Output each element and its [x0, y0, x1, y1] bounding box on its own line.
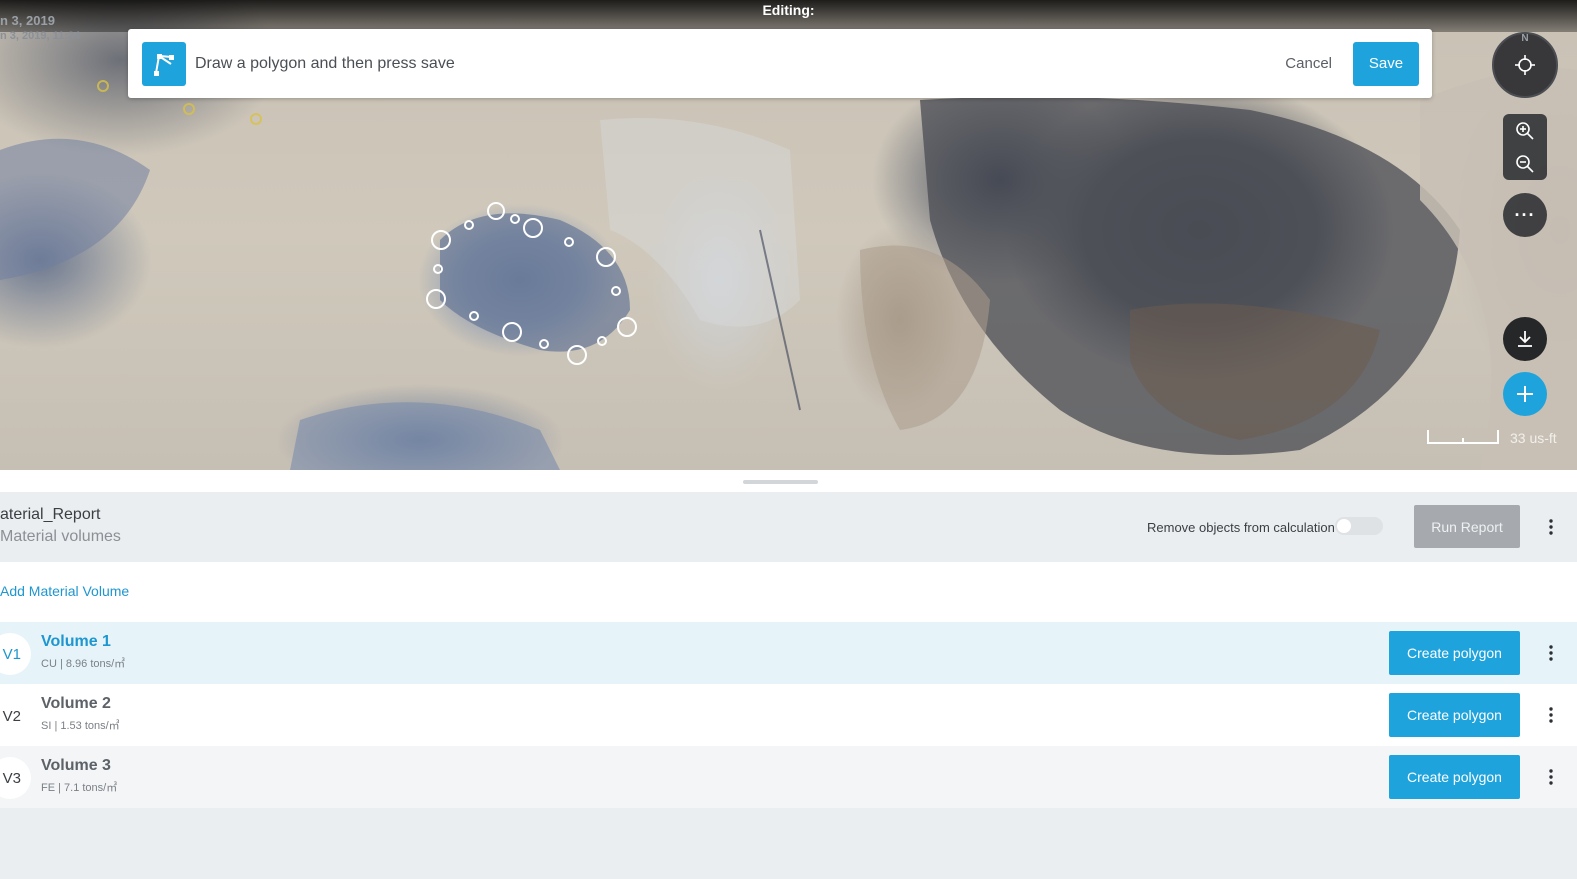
report-title: aterial_Report — [0, 506, 101, 523]
locate-icon — [1515, 55, 1535, 75]
polygon-vertex — [426, 289, 446, 309]
report-subtitle: Material volumes — [0, 528, 121, 545]
edit-instruction: Draw a polygon and then press save — [195, 54, 455, 72]
download-button[interactable] — [1503, 317, 1547, 361]
volume-badge: V3 — [0, 757, 31, 799]
editing-label: Editing: — [762, 2, 815, 18]
map-scale-label: 33 us-ft — [1510, 430, 1557, 446]
remove-objects-toggle[interactable] — [1335, 517, 1383, 535]
volume-row[interactable]: V1 Volume 1 CU | 8.96 tons/㎥ Create poly… — [0, 622, 1577, 684]
volume-row[interactable]: V2 Volume 2 SI | 1.53 tons/㎥ Create poly… — [0, 684, 1577, 746]
compass-north-label: N — [1521, 33, 1529, 44]
volume-meta: FE | 7.1 tons/㎥ — [41, 782, 118, 794]
volume-badge: V1 — [0, 633, 31, 675]
polygon-vertex — [431, 230, 451, 250]
polygon-vertex — [502, 322, 522, 342]
volume-name: Volume 1 — [41, 633, 111, 650]
create-polygon-button[interactable]: Create polygon — [1389, 755, 1520, 799]
volume-menu-icon[interactable] — [1541, 643, 1561, 663]
polygon-draw-icon — [142, 41, 186, 86]
create-polygon-button[interactable]: Create polygon — [1389, 631, 1520, 675]
zoom-out-button[interactable] — [1503, 147, 1547, 180]
cancel-button[interactable]: Cancel — [1285, 55, 1332, 72]
zoom-out-icon — [1516, 154, 1534, 173]
polygon-midpoint — [464, 220, 474, 230]
polygon-midpoint — [510, 214, 520, 224]
remove-objects-label: Remove objects from calculation — [1147, 520, 1335, 535]
polygon-vertex — [567, 345, 587, 365]
volume-meta: CU | 8.96 tons/㎥ — [41, 658, 126, 670]
volume-name: Volume 2 — [41, 695, 111, 712]
add-button[interactable] — [1503, 372, 1547, 416]
aerial-map[interactable]: n 3, 2019 n 3, 2019, 11:24 Editing: Draw… — [0, 0, 1577, 470]
more-icon: ··· — [1514, 204, 1536, 225]
save-button[interactable]: Save — [1353, 41, 1419, 86]
polygon-vertex — [523, 218, 543, 238]
volume-meta: SI | 1.53 tons/㎥ — [41, 720, 120, 732]
polygon-midpoint — [597, 336, 607, 346]
more-options-button[interactable]: ··· — [1503, 193, 1547, 237]
add-material-row: Add Material Volume — [0, 562, 1577, 622]
report-panel: aterial_Report Material volumes Remove o… — [0, 470, 1577, 879]
volume-badge: V2 — [0, 695, 31, 737]
run-report-button[interactable]: Run Report — [1414, 505, 1520, 548]
compass-locate-button[interactable]: N — [1492, 32, 1558, 98]
volume-menu-icon[interactable] — [1541, 767, 1561, 787]
polygon-midpoint — [611, 286, 621, 296]
polygon-midpoint — [564, 237, 574, 247]
polygon-edit-bar: Draw a polygon and then press save Cance… — [128, 29, 1432, 98]
volume-name: Volume 3 — [41, 757, 111, 774]
zoom-in-icon — [1516, 121, 1534, 140]
report-header: aterial_Report Material volumes Remove o… — [0, 492, 1577, 562]
download-icon — [1518, 331, 1532, 347]
polygon-midpoint — [469, 311, 479, 321]
map-scale-bar — [1427, 430, 1499, 444]
zoom-controls — [1503, 114, 1547, 180]
report-menu-icon[interactable] — [1541, 517, 1561, 537]
polygon-midpoint — [539, 339, 549, 349]
polygon-vertex — [617, 317, 637, 337]
panel-drag-area[interactable] — [0, 470, 1577, 492]
add-material-volume-link[interactable]: Add Material Volume — [0, 583, 129, 599]
zoom-in-button[interactable] — [1503, 114, 1547, 147]
volume-menu-icon[interactable] — [1541, 705, 1561, 725]
create-polygon-button[interactable]: Create polygon — [1389, 693, 1520, 737]
polygon-vertex — [596, 247, 616, 267]
polygon-midpoint — [433, 264, 443, 274]
polygon-vertex — [487, 202, 505, 220]
volume-row[interactable]: V3 Volume 3 FE | 7.1 tons/㎥ Create polyg… — [0, 746, 1577, 808]
plus-icon — [1517, 386, 1533, 402]
panel-drag-handle[interactable] — [743, 480, 818, 484]
capture-datetime: n 3, 2019, 11:24 — [0, 30, 81, 42]
